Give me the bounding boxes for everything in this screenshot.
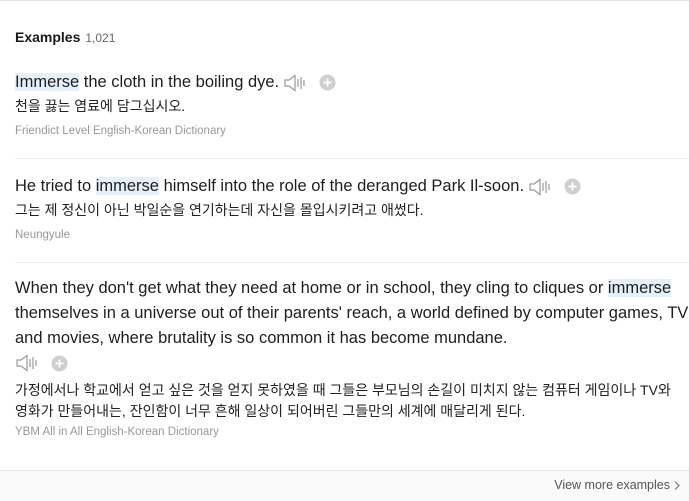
view-more-label: View more examples <box>554 478 670 492</box>
speaker-icon[interactable] <box>528 177 554 197</box>
sentence-text: He tried to <box>15 177 96 195</box>
highlighted-word[interactable]: immerse <box>95 177 159 195</box>
speaker-icon[interactable] <box>15 353 41 373</box>
example-actions <box>283 73 336 93</box>
add-example-icon[interactable] <box>319 74 336 91</box>
example-sentence-en: Immerse the cloth in the boiling dye. <box>15 70 689 95</box>
example-item: Immerse the cloth in the boiling dye. 천을… <box>15 70 689 140</box>
examples-header: Examples 1,021 <box>15 29 115 49</box>
examples-footer: View more examples <box>0 470 689 501</box>
example-sentence-ko: 천을 끓는 염료에 담그십시오. <box>15 98 186 114</box>
sentence-text: When they don't get what they need at ho… <box>15 279 608 297</box>
example-sentence-ko: 가정에서나 학교에서 얻고 싶은 것을 얻지 못하였을 때 그들은 부모님의 손… <box>15 382 671 419</box>
view-more-examples-link[interactable]: View more examples <box>554 478 680 492</box>
highlighted-word[interactable]: immerse <box>607 279 672 297</box>
examples-title: Examples <box>15 29 81 45</box>
chevron-right-icon <box>674 480 680 490</box>
examples-count: 1,021 <box>85 31 116 45</box>
example-source[interactable]: Friendict Level English-Korean Dictionar… <box>15 122 689 140</box>
add-example-icon[interactable] <box>51 355 68 372</box>
add-example-icon[interactable] <box>564 178 581 195</box>
example-actions <box>15 351 689 375</box>
speaker-icon[interactable] <box>283 73 309 93</box>
example-actions <box>528 177 581 197</box>
example-item: He tried to immerse himself into the rol… <box>15 174 689 244</box>
sentence-text: the cloth in the boiling dye. <box>79 73 280 91</box>
example-divider <box>15 262 689 263</box>
example-divider <box>15 158 689 159</box>
top-divider <box>0 0 689 1</box>
example-source[interactable]: Neungyule <box>15 226 689 244</box>
example-sentence-en: He tried to immerse himself into the rol… <box>15 174 689 199</box>
highlighted-word[interactable]: Immerse <box>15 73 80 91</box>
example-sentence-en: When they don't get what they need at ho… <box>15 276 689 351</box>
example-item: When they don't get what they need at ho… <box>15 276 689 441</box>
example-sentence-ko: 그는 제 정신이 아닌 박일순을 연기하는데 자신을 몰입시키려고 애썼다. <box>15 202 424 218</box>
sentence-text: themselves in a universe out of their pa… <box>15 304 689 347</box>
sentence-text: himself into the role of the deranged Pa… <box>158 177 525 195</box>
example-source[interactable]: YBM All in All English-Korean Dictionary <box>15 423 689 441</box>
